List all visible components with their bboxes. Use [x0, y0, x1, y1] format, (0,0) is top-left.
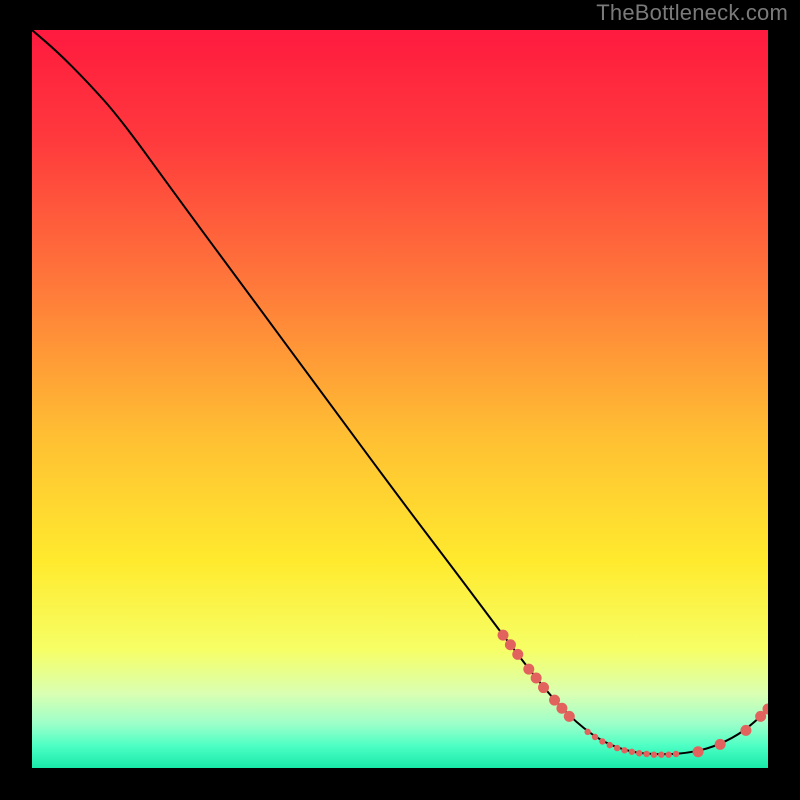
data-dot [636, 750, 642, 756]
data-dot [614, 745, 620, 751]
data-dot [505, 639, 516, 650]
data-dot [549, 695, 560, 706]
data-dot [564, 711, 575, 722]
bottleneck-chart [32, 30, 768, 768]
data-dot [740, 725, 751, 736]
gradient-background [32, 30, 768, 768]
data-dot [523, 664, 534, 675]
data-dot [629, 749, 635, 755]
data-dot [693, 746, 704, 757]
data-dot [498, 630, 509, 641]
data-dot [643, 751, 649, 757]
data-dot [651, 752, 657, 758]
data-dot [556, 703, 567, 714]
data-dot [673, 751, 679, 757]
data-dot [621, 747, 627, 753]
data-dot [512, 649, 523, 660]
data-dot [584, 729, 590, 735]
data-dot [592, 734, 598, 740]
data-dot [531, 672, 542, 683]
watermark-text: TheBottleneck.com [596, 0, 788, 26]
data-dot [538, 682, 549, 693]
data-dot [607, 742, 613, 748]
data-dot [599, 738, 605, 744]
chart-stage: TheBottleneck.com [0, 0, 800, 800]
data-dot [665, 752, 671, 758]
data-dot [715, 739, 726, 750]
data-dot [658, 752, 664, 758]
